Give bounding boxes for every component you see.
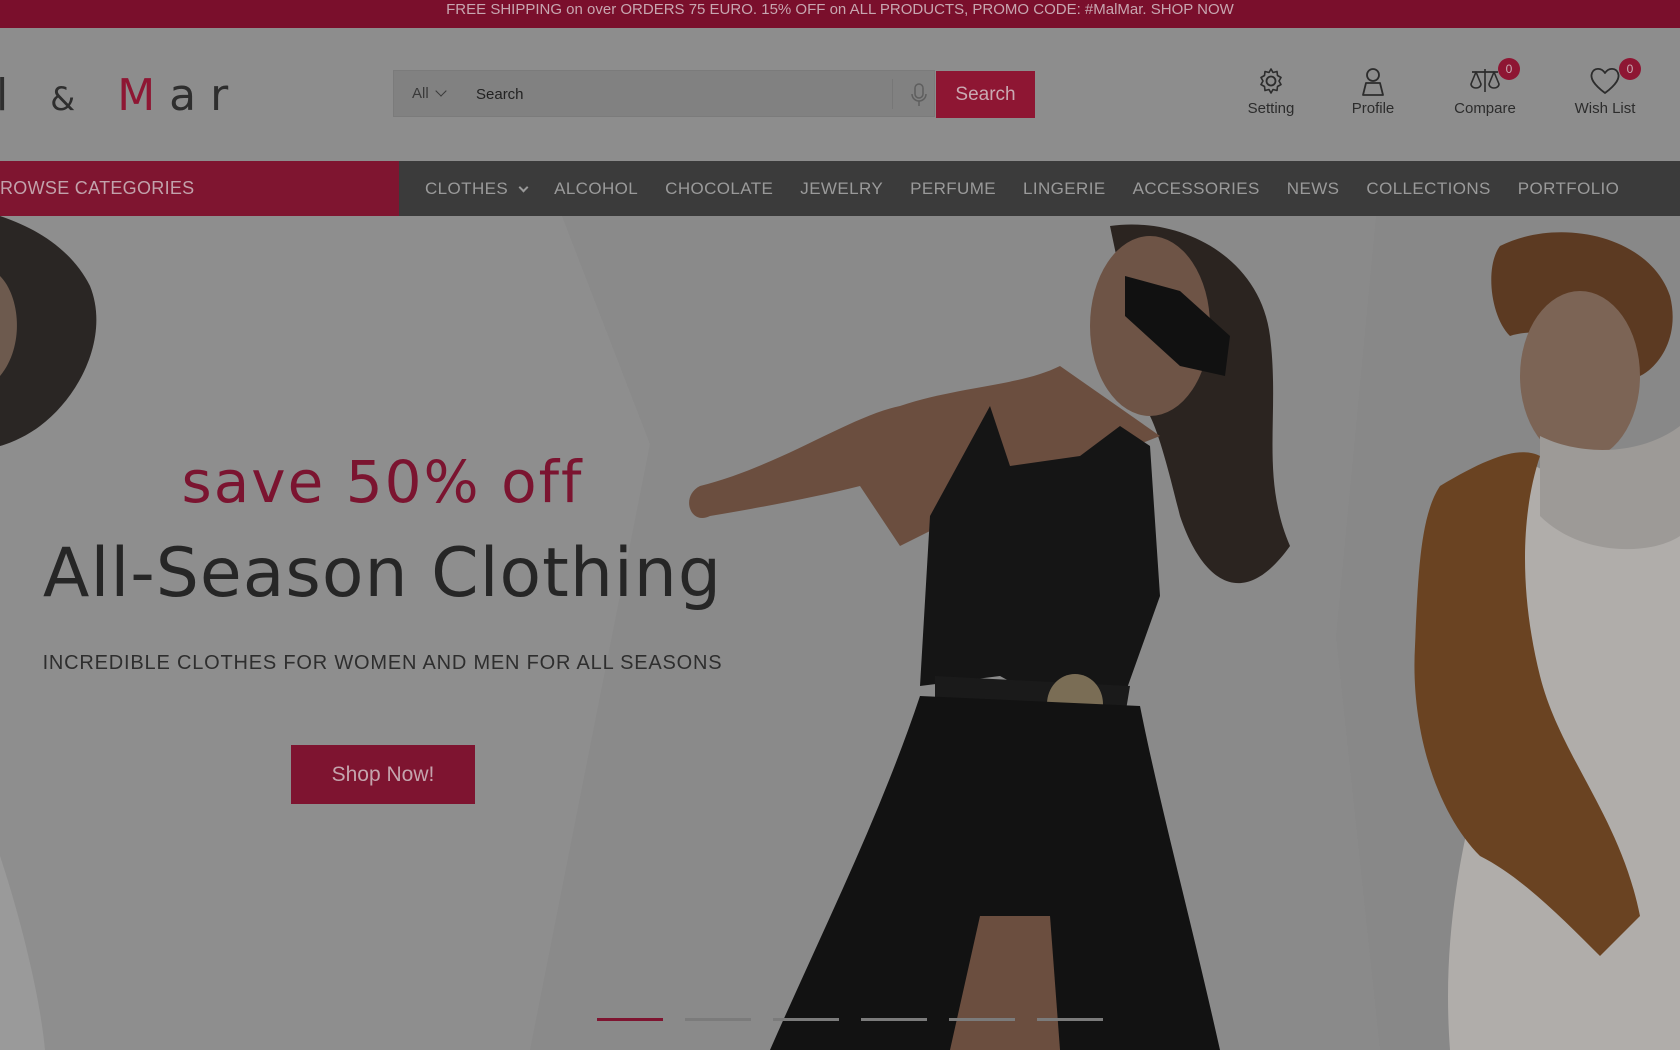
nav-item-lingerie[interactable]: LINGERIE bbox=[1023, 179, 1106, 199]
slider-dot-1[interactable] bbox=[597, 1018, 663, 1021]
logo-part3: ar bbox=[169, 70, 243, 121]
nav-item-clothes[interactable]: CLOTHES bbox=[425, 178, 529, 199]
header-profile-label: Profile bbox=[1351, 100, 1395, 117]
microphone-icon[interactable] bbox=[909, 83, 929, 107]
promo-text[interactable]: FREE SHIPPING on over ORDERS 75 EURO. 15… bbox=[446, 1, 1234, 18]
nav-item-jewelry[interactable]: JEWELRY bbox=[800, 179, 883, 199]
hero-image bbox=[0, 216, 1680, 1050]
header-setting-label: Setting bbox=[1247, 100, 1295, 117]
search-category-select[interactable]: All bbox=[412, 85, 447, 102]
header-wishlist-label: Wish List bbox=[1574, 100, 1636, 117]
logo-ampersand: & bbox=[50, 80, 90, 118]
nav-item-clothes-label: CLOTHES bbox=[425, 178, 509, 198]
site-header: l & Mar All Search Setting Profile bbox=[0, 28, 1680, 161]
slider-dot-3[interactable] bbox=[773, 1018, 839, 1021]
logo-part1: l bbox=[0, 70, 23, 121]
search-input[interactable] bbox=[476, 77, 886, 111]
header-setting[interactable]: Setting bbox=[1243, 66, 1299, 117]
main-nav: ROWSE CATEGORIES CLOTHES ALCOHOL CHOCOLA… bbox=[0, 161, 1680, 216]
compare-count-badge: 0 bbox=[1498, 58, 1520, 80]
hero-headline: All-Season Clothing bbox=[42, 534, 723, 613]
nav-item-accessories[interactable]: ACCESSORIES bbox=[1133, 179, 1260, 199]
wishlist-count-badge: 0 bbox=[1619, 58, 1641, 80]
user-icon bbox=[1362, 68, 1384, 96]
logo[interactable]: l & Mar bbox=[0, 70, 242, 121]
chevron-down-icon bbox=[435, 85, 447, 97]
slider-dot-4[interactable] bbox=[861, 1018, 927, 1021]
gear-icon bbox=[1260, 68, 1282, 94]
browse-categories-button[interactable]: ROWSE CATEGORIES bbox=[0, 161, 399, 216]
nav-item-collections[interactable]: COLLECTIONS bbox=[1366, 179, 1490, 199]
search-category-value: All bbox=[412, 85, 429, 102]
slider-dot-6[interactable] bbox=[1037, 1018, 1103, 1021]
header-wishlist[interactable]: Wish List 0 bbox=[1571, 58, 1641, 117]
heart-icon bbox=[1590, 67, 1620, 94]
nav-item-chocolate[interactable]: CHOCOLATE bbox=[665, 179, 773, 199]
search-bar: All bbox=[393, 70, 935, 117]
hero-subline: INCREDIBLE CLOTHES FOR WOMEN AND MEN FOR… bbox=[42, 652, 723, 674]
promo-bar[interactable]: FREE SHIPPING on over ORDERS 75 EURO. 15… bbox=[0, 0, 1680, 28]
nav-menu: CLOTHES ALCOHOL CHOCOLATE JEWELRY PERFUM… bbox=[425, 161, 1646, 216]
nav-item-news[interactable]: NEWS bbox=[1287, 179, 1340, 199]
slider-dot-2[interactable] bbox=[685, 1018, 751, 1021]
nav-item-perfume[interactable]: PERFUME bbox=[910, 179, 996, 199]
search-divider bbox=[892, 79, 893, 109]
chevron-down-icon bbox=[518, 182, 529, 192]
hero-save-text: save 50% off bbox=[181, 448, 584, 516]
header-compare[interactable]: Compare 0 bbox=[1450, 58, 1520, 117]
header-compare-label: Compare bbox=[1454, 100, 1516, 117]
slider-pagination bbox=[597, 1018, 1125, 1021]
shop-now-button[interactable]: Shop Now! bbox=[291, 745, 475, 804]
slider-dot-5[interactable] bbox=[949, 1018, 1015, 1021]
hero-slider[interactable]: save 50% off All-Season Clothing INCREDI… bbox=[0, 216, 1680, 1050]
search-button[interactable]: Search bbox=[936, 71, 1035, 118]
nav-item-alcohol[interactable]: ALCOHOL bbox=[554, 179, 638, 199]
header-profile[interactable]: Profile bbox=[1349, 66, 1397, 117]
logo-part2: M bbox=[117, 70, 170, 121]
scale-icon bbox=[1470, 69, 1500, 92]
nav-item-portfolio[interactable]: PORTFOLIO bbox=[1518, 179, 1620, 199]
